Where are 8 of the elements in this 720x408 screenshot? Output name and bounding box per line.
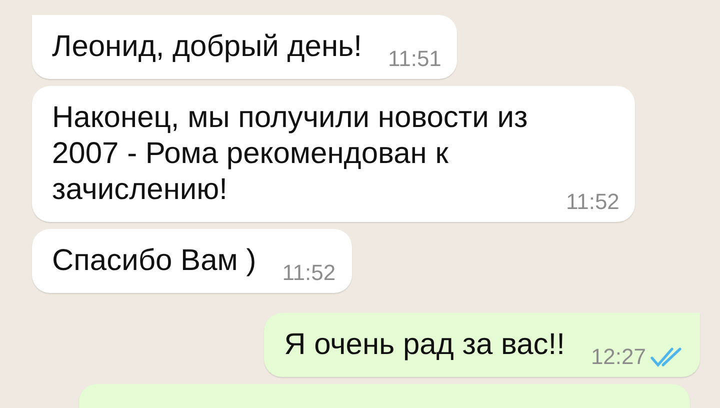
message-time: 11:52 — [282, 260, 336, 286]
message-text: Спасибо Вам ) — [52, 243, 256, 279]
message-time: 11:51 — [388, 46, 442, 72]
message-text: Леонид, добрый день! — [52, 29, 362, 65]
message-time: 11:52 — [566, 189, 620, 215]
message-time: 12:27 — [590, 344, 646, 370]
message-text: Наконец, мы получили новости из 2007 - Рома рекомендован к зачислению! — [52, 100, 529, 208]
message-text: Я очень рад за вас!! — [284, 327, 565, 363]
